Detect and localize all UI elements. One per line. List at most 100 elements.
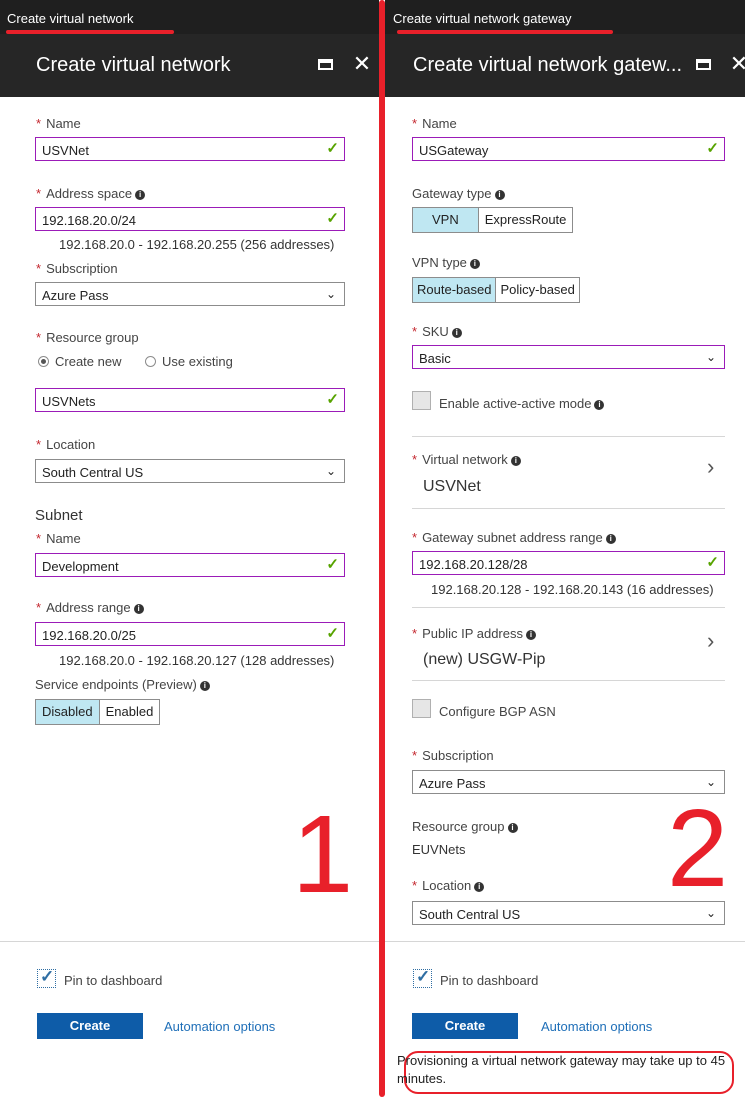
subnet-name-label: * Name [36, 531, 81, 546]
address-range-label: * Address range i [36, 600, 144, 615]
vpn-type-label: VPN type i [412, 255, 480, 270]
service-endpoints-enabled[interactable]: Enabled [99, 699, 161, 725]
virtual-network-value: USVNet [423, 478, 481, 495]
gateway-name-label: * Name [412, 116, 457, 131]
info-icon[interactable]: i [133, 604, 144, 614]
chevron-down-icon: ⌄ [705, 350, 716, 364]
pin-to-dashboard-label: Pin to dashboard [440, 973, 539, 988]
info-icon[interactable]: i [526, 630, 536, 640]
gateway-type-expressroute[interactable]: ExpressRoute [478, 207, 574, 233]
check-icon: ✓ [416, 967, 431, 986]
chevron-down-icon: ⌄ [325, 464, 336, 478]
breadcrumb-create-virtual-network[interactable]: Create virtual network [7, 11, 133, 26]
gateway-type-vpn[interactable]: VPN [412, 207, 479, 233]
sku-label: * SKU i [412, 324, 462, 339]
step-number-1: 1 [292, 793, 354, 916]
public-ip-value: (new) USGW-Pip [423, 651, 546, 668]
address-space-input[interactable]: 192.168.20.0/24 ✓ [35, 207, 345, 231]
sku-select[interactable]: Basic ⌄ [412, 345, 725, 369]
breadcrumb-create-gateway[interactable]: Create virtual network gateway [393, 11, 571, 26]
service-endpoints-disabled[interactable]: Disabled [35, 699, 100, 725]
subscription-select[interactable]: Azure Pass ⌄ [35, 282, 345, 306]
close-icon[interactable]: ✕ [350, 52, 374, 76]
subscription-label: * Subscription [36, 261, 118, 276]
resource-group-label: * Resource group [36, 330, 139, 345]
create-gateway-blade: Create virtual network gateway Create vi… [385, 0, 745, 1097]
check-icon: ✓ [326, 556, 339, 573]
radio-use-existing[interactable]: Use existing [145, 354, 233, 369]
info-icon[interactable]: i [494, 190, 505, 200]
subnet-section-title: Subnet [35, 507, 83, 524]
vpn-type-policy-based[interactable]: Policy-based [496, 277, 580, 303]
chevron-right-icon: › [707, 628, 715, 653]
breadcrumb-bar: Create virtual network [0, 0, 379, 34]
name-label: * Name [36, 116, 81, 131]
subscription-label: * Subscription [412, 748, 494, 763]
resource-group-input[interactable]: USVNets ✓ [35, 388, 345, 412]
divider [412, 508, 725, 509]
gateway-subnet-label: * Gateway subnet address range i [412, 530, 616, 545]
divider [412, 436, 725, 437]
pin-to-dashboard-label: Pin to dashboard [64, 973, 163, 988]
virtual-network-selector[interactable] [412, 440, 725, 506]
check-icon: ✓ [326, 391, 339, 408]
public-ip-label: * Public IP address i [412, 626, 536, 641]
chevron-down-icon: ⌄ [325, 287, 336, 301]
gateway-name-input[interactable]: USGateway ✓ [412, 137, 725, 161]
name-input[interactable]: USVNet ✓ [35, 137, 345, 161]
location-label: * Location [36, 437, 96, 452]
create-button[interactable]: Create [37, 1013, 143, 1039]
info-icon[interactable]: i [199, 681, 210, 691]
chevron-right-icon: › [707, 454, 715, 479]
subnet-name-input[interactable]: Development ✓ [35, 553, 345, 577]
gateway-type-label: Gateway type i [412, 186, 505, 201]
footer-divider [385, 941, 745, 942]
automation-options-link[interactable]: Automation options [541, 1019, 652, 1034]
address-range-hint: 192.168.20.0 - 192.168.20.127 (128 addre… [59, 653, 335, 668]
info-icon[interactable]: i [594, 400, 605, 410]
provisioning-note: Provisioning a virtual network gateway m… [397, 1053, 726, 1086]
gateway-subnet-input[interactable]: 192.168.20.128/28 ✓ [412, 551, 725, 575]
info-icon[interactable]: i [469, 259, 480, 269]
info-icon[interactable]: i [507, 823, 518, 833]
resource-group-label: Resource group i [412, 819, 518, 834]
info-icon[interactable]: i [605, 534, 616, 544]
radio-create-new[interactable]: Create new [38, 354, 121, 369]
check-icon: ✓ [326, 210, 339, 227]
location-select[interactable]: South Central US ⌄ [35, 459, 345, 483]
virtual-network-label: * Virtual network i [412, 452, 521, 467]
create-virtual-network-blade: Create virtual network Create virtual ne… [0, 0, 379, 1097]
step-number-2: 2 [667, 787, 729, 910]
vpn-type-toggle: Route-based Policy-based [412, 277, 580, 303]
address-space-label: * Address space i [36, 186, 146, 201]
divider [412, 607, 725, 608]
vpn-type-route-based[interactable]: Route-based [412, 277, 497, 303]
address-range-input[interactable]: 192.168.20.0/25 ✓ [35, 622, 345, 646]
bgp-label: Configure BGP ASN [439, 704, 556, 719]
check-icon: ✓ [40, 967, 55, 986]
maximize-icon[interactable] [313, 52, 337, 76]
breadcrumb-bar: Create virtual network gateway [385, 0, 745, 34]
footer-divider [0, 941, 379, 942]
pin-to-dashboard-checkbox[interactable]: ✓ [37, 967, 56, 988]
bgp-checkbox[interactable] [412, 699, 431, 718]
create-button[interactable]: Create [412, 1013, 518, 1039]
service-endpoints-label: Service endpoints (Preview) i [35, 677, 210, 692]
check-icon: ✓ [326, 625, 339, 642]
blade-header: Create virtual network gatew... ✕ [385, 34, 745, 97]
check-icon: ✓ [706, 140, 719, 157]
gateway-type-toggle: VPN ExpressRoute [412, 207, 574, 233]
info-icon[interactable]: i [474, 882, 485, 892]
close-icon[interactable]: ✕ [727, 52, 745, 76]
info-icon[interactable]: i [135, 190, 146, 200]
service-endpoints-toggle: Disabled Enabled [35, 699, 161, 725]
check-icon: ✓ [706, 554, 719, 571]
info-icon[interactable]: i [510, 456, 521, 466]
automation-options-link[interactable]: Automation options [164, 1019, 275, 1034]
active-active-label: Enable active-active mode i [439, 396, 605, 411]
info-icon[interactable]: i [451, 328, 462, 338]
pin-to-dashboard-checkbox[interactable]: ✓ [413, 967, 432, 988]
maximize-icon[interactable] [691, 52, 715, 76]
active-active-checkbox[interactable] [412, 391, 431, 410]
gateway-subnet-hint: 192.168.20.128 - 192.168.20.143 (16 addr… [431, 582, 714, 597]
